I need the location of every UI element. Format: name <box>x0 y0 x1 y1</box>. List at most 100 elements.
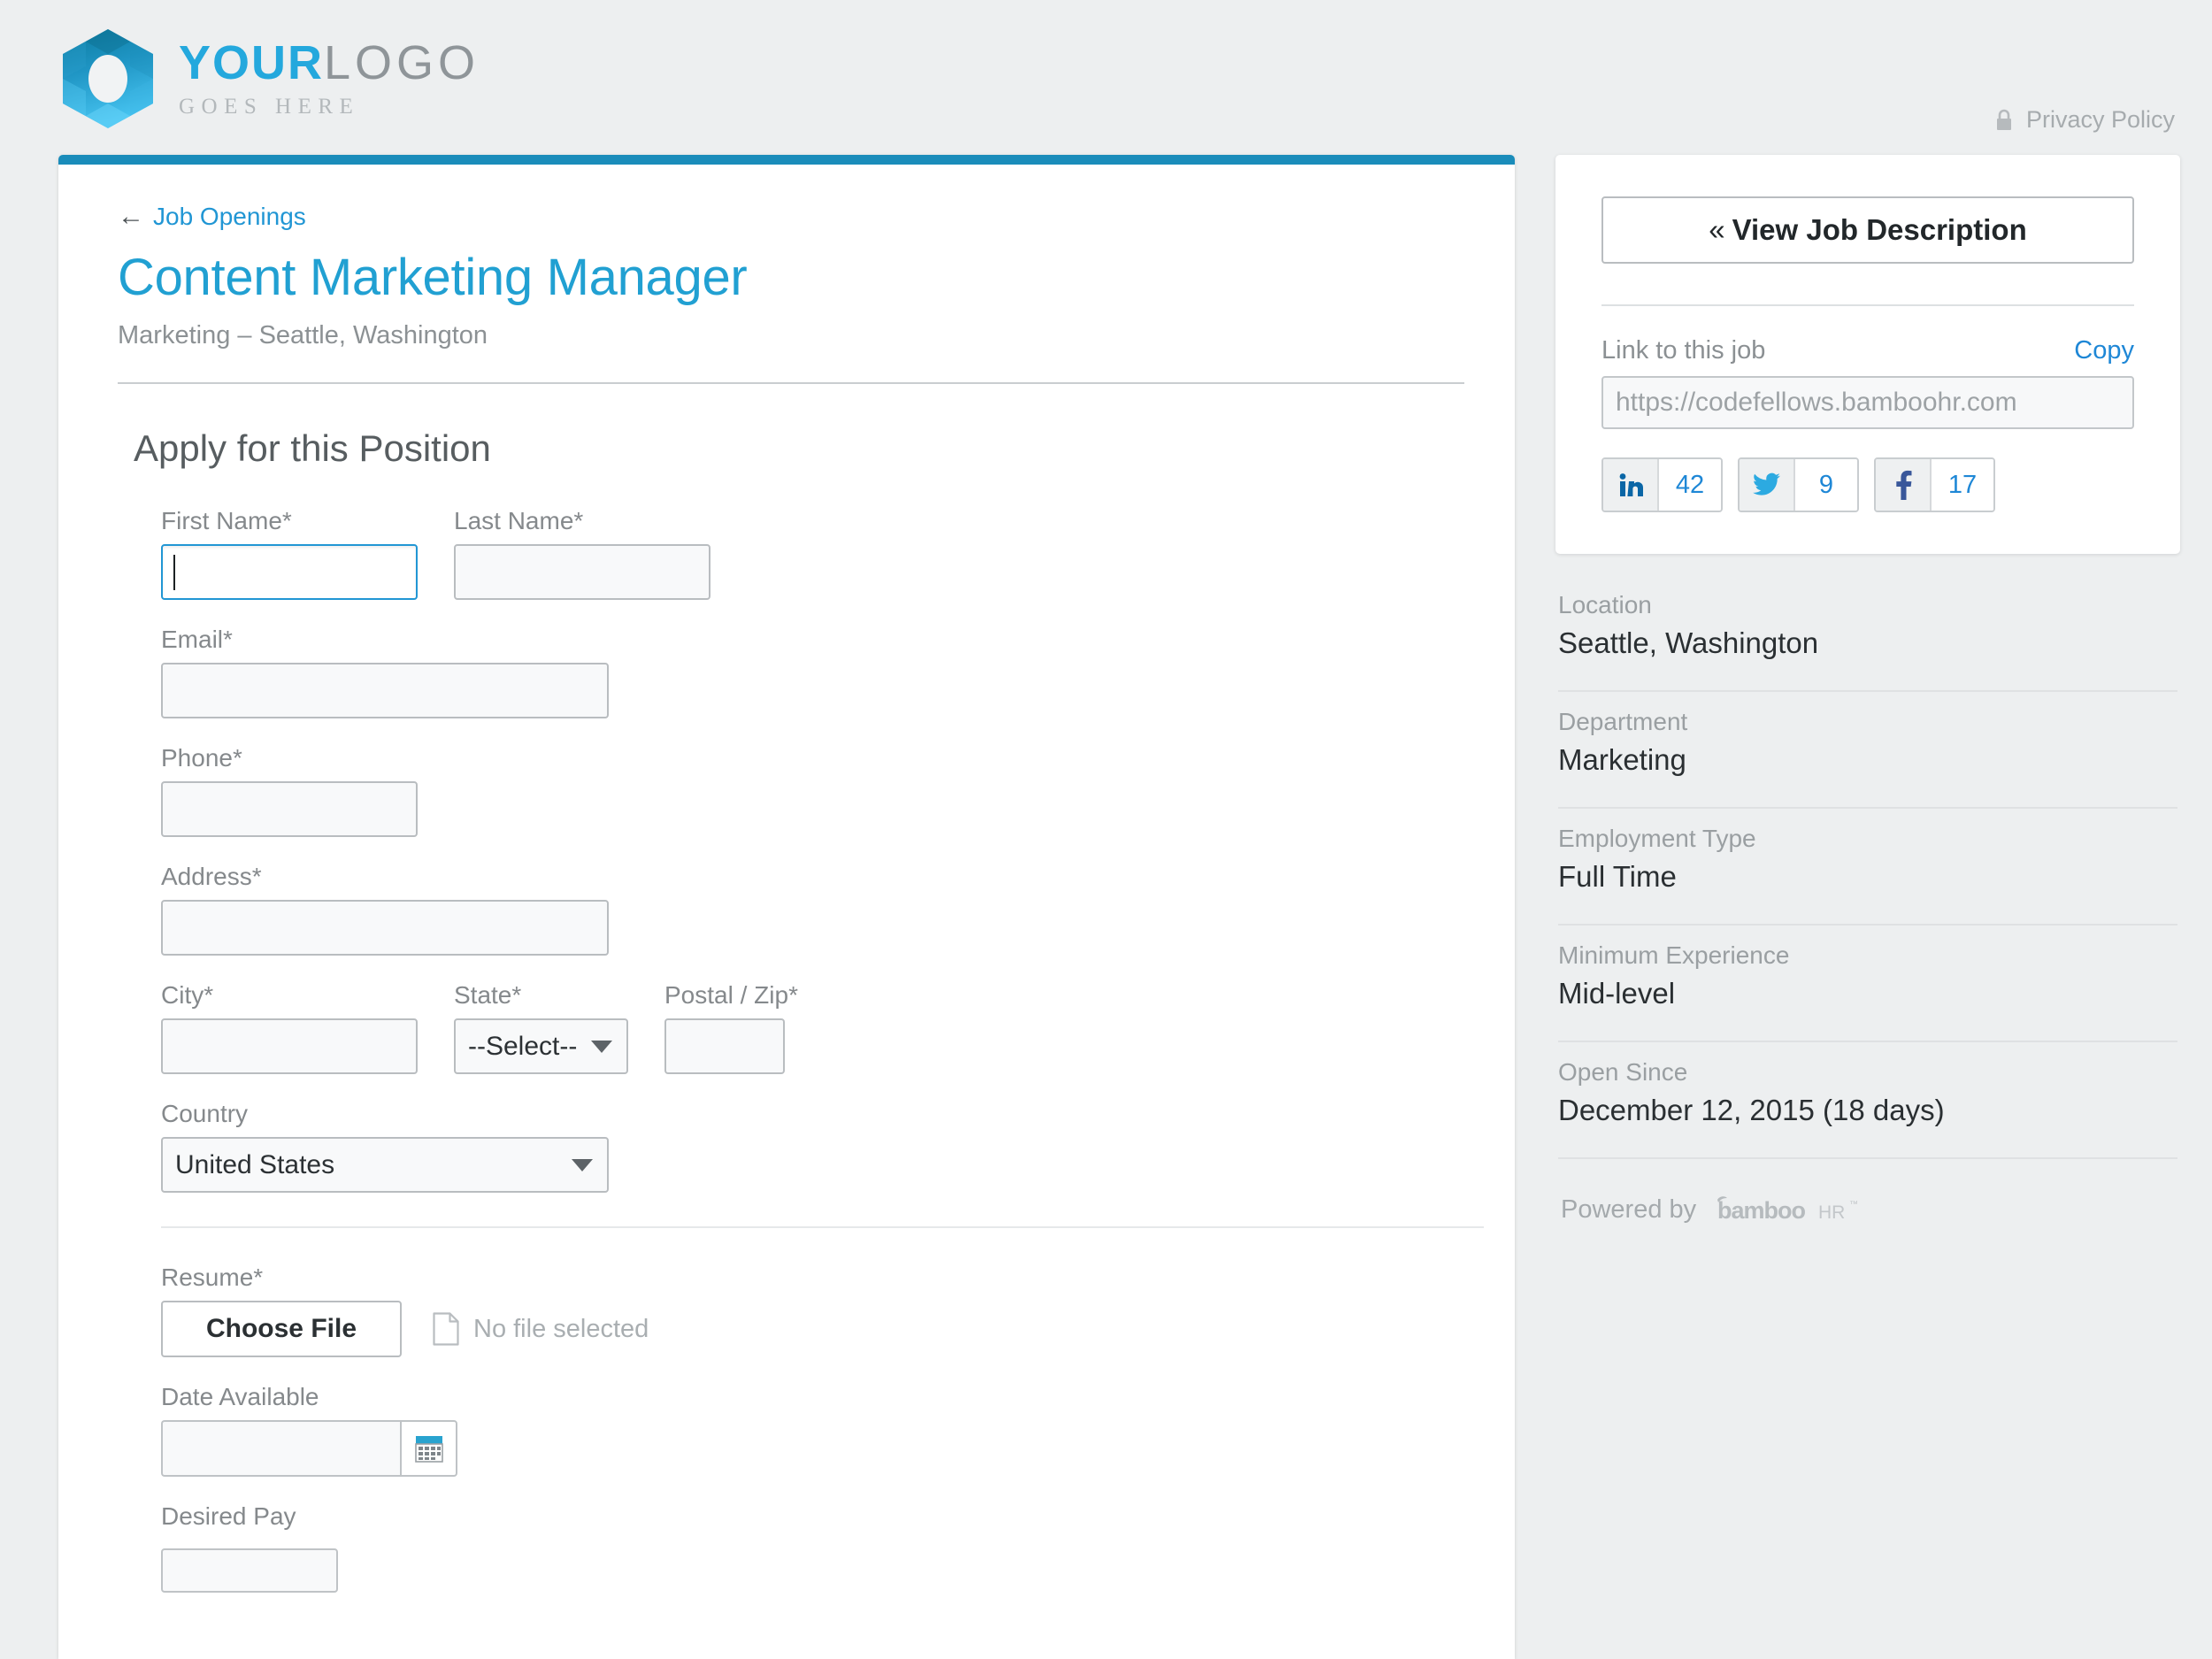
twitter-share-button[interactable]: 9 <box>1738 457 1859 512</box>
state-selected-value: --Select-- <box>468 1031 578 1061</box>
bamboohr-logo-icon: bamboo HR ™ <box>1717 1196 1858 1224</box>
state-label-text: State <box>454 981 512 1009</box>
email-required-asterisk: * <box>223 626 233 653</box>
facebook-share-button[interactable]: 17 <box>1874 457 1995 512</box>
privacy-policy-label: Privacy Policy <box>2025 106 2175 133</box>
last-name-label: Last Name* <box>454 507 710 535</box>
detail-value: Full Time <box>1558 860 1677 893</box>
phone-label: Phone* <box>161 744 1515 772</box>
calendar-icon <box>414 1436 443 1463</box>
email-label-text: Email <box>161 626 224 653</box>
postal-zip-label: Postal / Zip* <box>664 981 798 1010</box>
linkedin-share-count: 42 <box>1659 459 1721 511</box>
detail-label: Minimum Experience <box>1558 941 1790 969</box>
city-state-zip-row: City* State* --Select-- Postal / Zip* <box>161 981 1515 1100</box>
country-field-group: Country United States <box>161 1100 1515 1193</box>
detail-value: Seattle, Washington <box>1558 626 1819 659</box>
detail-row-minimum-experience: Minimum Experience Mid-level <box>1558 926 2177 1042</box>
address-required-asterisk: * <box>251 863 262 890</box>
first-name-input[interactable] <box>161 544 418 600</box>
desired-pay-label: Desired Pay <box>161 1502 296 1530</box>
copy-link-button[interactable]: Copy <box>2074 336 2134 365</box>
resume-label: Resume* <box>161 1263 1515 1292</box>
desired-pay-field-group: Desired Pay <box>161 1502 1515 1593</box>
email-field-group: Email* <box>161 626 1515 718</box>
powered-by-bamboohr[interactable]: Powered by bamboo HR ™ <box>1558 1194 2177 1225</box>
detail-value: Mid-level <box>1558 977 1676 1010</box>
date-picker-button[interactable] <box>400 1420 457 1477</box>
date-available-field-group: Date Available <box>161 1383 1515 1477</box>
resume-label-text: Resume <box>161 1263 254 1291</box>
detail-label: Department <box>1558 708 1688 735</box>
city-input[interactable] <box>161 1018 418 1074</box>
logo-word-logo: LOGO <box>324 36 480 90</box>
postal-zip-input[interactable] <box>664 1018 785 1074</box>
email-input[interactable] <box>161 663 609 718</box>
application-form: First Name* Last Name* Email* Phone* Add… <box>161 507 1515 1593</box>
choose-file-button[interactable]: Choose File <box>161 1301 402 1357</box>
title-divider <box>118 382 1464 384</box>
date-available-input[interactable] <box>161 1420 400 1477</box>
postal-zip-field-group: Postal / Zip* <box>664 981 798 1074</box>
detail-row-open-since: Open Since December 12, 2015 (18 days) <box>1558 1042 2177 1159</box>
job-actions-card: « View Job Description Link to this job … <box>1555 155 2180 554</box>
first-name-field-group: First Name* <box>161 507 418 600</box>
resume-field-group: Resume* Choose File No file selected <box>161 1263 1515 1357</box>
back-to-job-openings-link[interactable]: ← Job Openings <box>118 203 1515 231</box>
chevron-down-icon <box>591 1040 612 1053</box>
address-input[interactable] <box>161 900 609 956</box>
last-name-input[interactable] <box>454 544 710 600</box>
postal-zip-required-asterisk: * <box>788 981 798 1009</box>
back-arrow-icon: ← <box>118 202 144 231</box>
address-label-text: Address <box>161 863 252 890</box>
last-name-field-group: Last Name* <box>454 507 710 600</box>
facebook-icon <box>1876 459 1932 511</box>
svg-text:HR: HR <box>1818 1202 1845 1223</box>
address-field-group: Address* <box>161 863 1515 956</box>
detail-label: Location <box>1558 591 1652 618</box>
application-card: ← Job Openings Content Marketing Manager… <box>58 155 1515 1659</box>
email-label: Email* <box>161 626 1515 654</box>
address-label: Address* <box>161 863 1515 891</box>
state-required-asterisk: * <box>511 981 522 1009</box>
social-share-buttons: 42 9 17 <box>1601 457 2134 512</box>
privacy-policy-link[interactable]: Privacy Policy <box>1994 106 2175 134</box>
first-name-label: First Name* <box>161 507 418 535</box>
page-title: Content Marketing Manager <box>118 249 748 306</box>
back-link-label: Job Openings <box>153 203 306 230</box>
job-url-input[interactable]: https://codefellows.bamboohr.com <box>1601 376 2134 429</box>
chevron-down-icon <box>572 1158 593 1171</box>
detail-label: Employment Type <box>1558 825 1756 852</box>
postal-zip-label-text: Postal / Zip <box>664 981 789 1009</box>
section-title-apply: Apply for this Position <box>134 427 491 469</box>
file-icon <box>433 1312 459 1346</box>
city-required-asterisk: * <box>204 981 214 1009</box>
city-field-group: City* <box>161 981 418 1074</box>
country-selected-value: United States <box>175 1149 335 1179</box>
job-subtitle: Marketing – Seattle, Washington <box>118 321 488 349</box>
detail-value: December 12, 2015 (18 days) <box>1558 1094 1945 1126</box>
phone-field-group: Phone* <box>161 744 1515 837</box>
first-name-label-text: First Name <box>161 507 282 534</box>
phone-input[interactable] <box>161 781 418 837</box>
linkedin-share-button[interactable]: 42 <box>1601 457 1723 512</box>
file-status-text: No file selected <box>473 1314 649 1343</box>
view-job-description-button[interactable]: « View Job Description <box>1601 196 2134 264</box>
page-header: YOURLOGO GOES HERE Privacy Policy <box>0 0 2212 149</box>
desired-pay-input[interactable] <box>161 1548 338 1593</box>
country-select[interactable]: United States <box>161 1137 609 1193</box>
job-details-list: Location Seattle, Washington Department … <box>1555 591 2180 1225</box>
detail-label: Open Since <box>1558 1058 1688 1086</box>
company-logo[interactable]: YOURLOGO GOES HERE <box>58 27 480 131</box>
detail-row-employment-type: Employment Type Full Time <box>1558 809 2177 926</box>
file-status: No file selected <box>433 1312 649 1346</box>
double-chevron-left-icon: « <box>1709 213 1725 246</box>
phone-required-asterisk: * <box>232 744 242 772</box>
powered-by-label: Powered by <box>1561 1194 1697 1224</box>
form-section-divider <box>161 1226 1484 1228</box>
logo-word-your: YOUR <box>179 36 325 90</box>
view-job-description-label: View Job Description <box>1732 213 2027 246</box>
state-select[interactable]: --Select-- <box>454 1018 628 1074</box>
link-to-job-label: Link to this job <box>1601 336 1766 365</box>
state-label: State* <box>454 981 628 1010</box>
